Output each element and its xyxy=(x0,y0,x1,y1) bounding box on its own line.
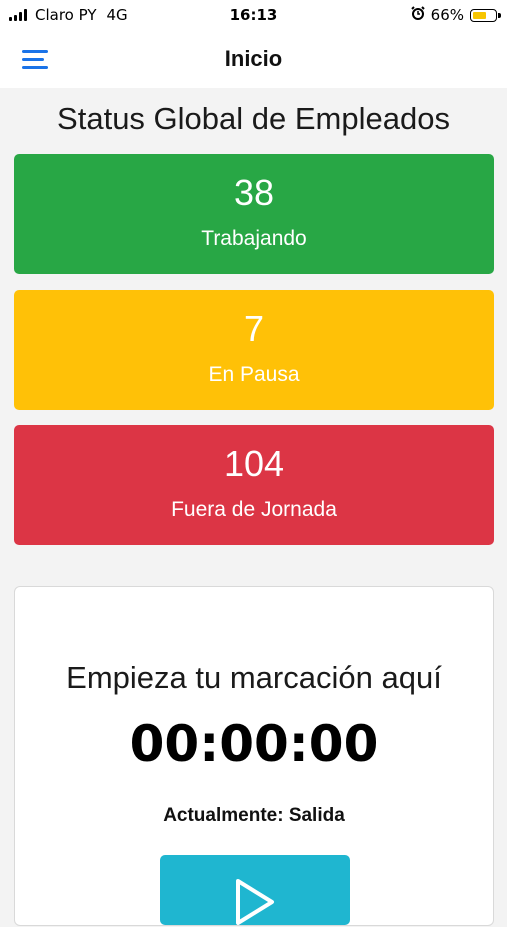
status-card-paused: 7 En Pausa xyxy=(14,290,494,410)
working-label: Trabajando xyxy=(201,227,307,250)
battery-fill xyxy=(473,11,486,19)
off-shift-count: 104 xyxy=(223,443,285,484)
battery-percent: 66% xyxy=(430,6,464,24)
clock-in-panel: Empieza tu marcación aquí 00:00:00 Actua… xyxy=(14,586,494,926)
off-shift-label: Fuera de Jornada xyxy=(171,498,337,521)
status-card-working: 38 Trabajando xyxy=(14,154,494,274)
page-title: Inicio xyxy=(224,46,283,71)
clock-in-title: Empieza tu marcación aquí xyxy=(66,660,442,695)
battery-icon xyxy=(470,8,501,22)
status-card-off-shift: 104 Fuera de Jornada xyxy=(14,425,494,545)
alarm-icon xyxy=(410,6,425,24)
play-icon xyxy=(236,879,274,925)
section-title: Status Global de Empleados xyxy=(57,101,450,136)
status-bar: Claro PY 4G 16:13 66% xyxy=(0,0,507,32)
working-count: 38 xyxy=(233,172,275,213)
paused-count: 7 xyxy=(243,308,265,349)
status-bar-right: 66% xyxy=(410,6,501,24)
timer-display: 00:00:00 xyxy=(129,715,379,773)
app-bar: Inicio xyxy=(0,32,507,88)
paused-label: En Pausa xyxy=(208,363,300,386)
current-status: Actualmente: Salida xyxy=(163,805,345,826)
start-clock-button[interactable] xyxy=(160,855,350,925)
